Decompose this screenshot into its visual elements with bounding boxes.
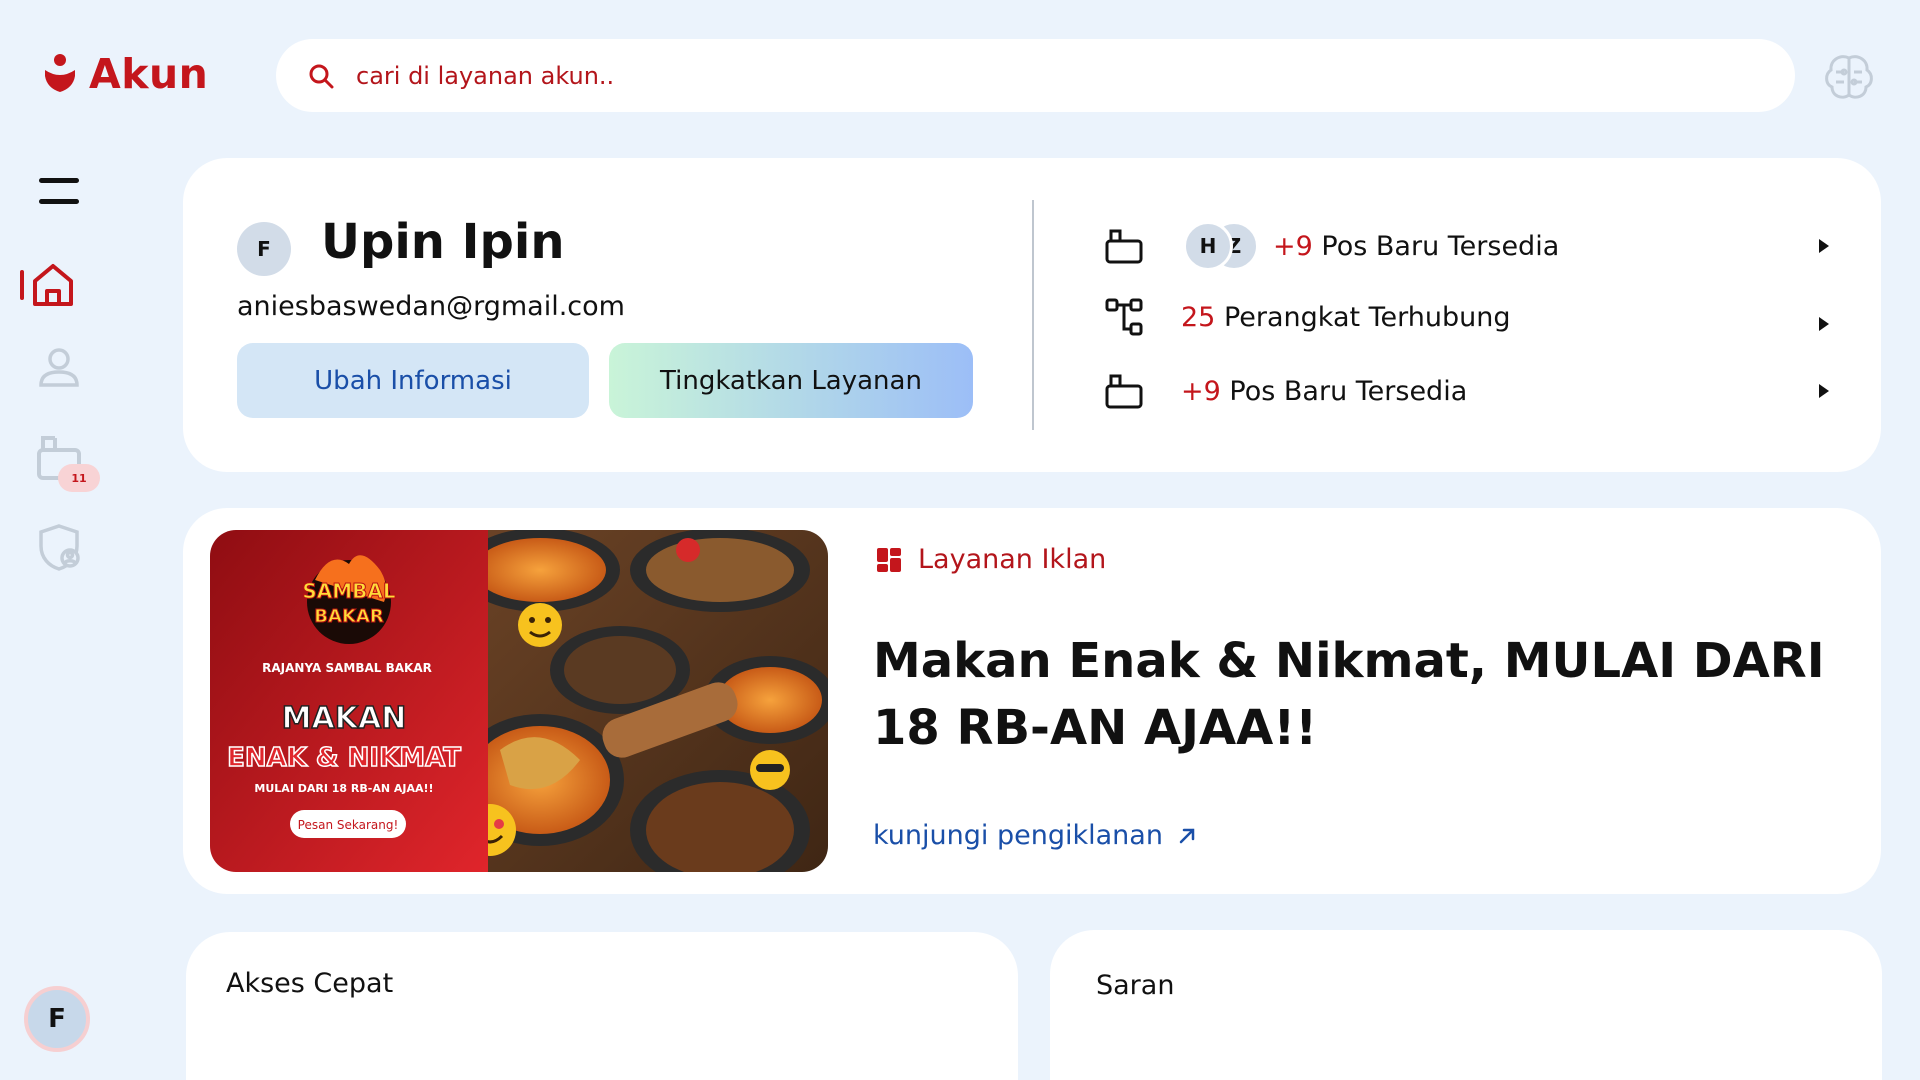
home-icon (33, 264, 73, 306)
posts-badge: 11 (58, 464, 100, 492)
app-name: Akun (89, 50, 209, 98)
profile-email: aniesbaswedan@rgmail.com (237, 291, 625, 322)
mini-avatar: H (1183, 221, 1233, 271)
stat-number: 25 (1181, 301, 1216, 333)
stat-number: +9 (1273, 230, 1313, 262)
ad-label-text: Layanan Iklan (918, 544, 1107, 575)
posts-icon (1101, 368, 1147, 414)
sidebar-item-home[interactable] (18, 252, 88, 318)
edit-info-button[interactable]: Ubah Informasi (237, 343, 589, 418)
active-indicator (20, 270, 24, 300)
stat-label: Pos Baru Tersedia (1229, 375, 1468, 407)
ad-tagline: RAJANYA SAMBAL BAKAR (262, 661, 432, 675)
app-logo[interactable]: Akun (43, 50, 208, 98)
search-input[interactable] (356, 61, 1656, 90)
stat-text: +9 Pos Baru Tersedia (1181, 376, 1467, 407)
shield-icon (39, 524, 80, 571)
sidebar-item-security[interactable] (34, 520, 88, 574)
ad-image-cta: Pesan Sekarang! (298, 818, 399, 832)
suggestions-card: Saran (1050, 930, 1882, 1080)
caret-right-icon[interactable] (1817, 238, 1831, 254)
user-avatar[interactable]: F (24, 986, 90, 1052)
stat-text: 25 Perangkat Terhubung (1181, 302, 1511, 333)
brain-icon[interactable] (1822, 50, 1876, 104)
visit-advertiser-link[interactable]: kunjungi pengiklanan (873, 820, 1197, 851)
stat-text: +9 Pos Baru Tersedia (1273, 231, 1559, 262)
profile-name: Upin Ipin (321, 214, 565, 270)
ad-image-title1: MAKAN (282, 701, 407, 736)
network-icon (1101, 294, 1147, 340)
dashboard-icon (877, 547, 901, 572)
caret-right-icon[interactable] (1817, 316, 1831, 332)
contributor-avatars: Z H (1183, 221, 1265, 271)
ad-service-label: Layanan Iklan (876, 544, 1106, 575)
quick-access-card: Akses Cepat (186, 932, 1018, 1080)
profile-card: F Upin Ipin aniesbaswedan@rgmail.com Uba… (183, 158, 1881, 472)
ad-brand-line1: SAMBAL (302, 579, 396, 603)
stat-number: +9 (1181, 375, 1221, 407)
quick-access-title: Akses Cepat (226, 968, 394, 999)
stat-row-new-posts-2[interactable]: +9 Pos Baru Tersedia (1101, 367, 1831, 415)
search-icon[interactable] (294, 49, 348, 103)
ad-card: SAMBAL BAKAR RAJANYA SAMBAL BAKAR MAKAN … (183, 508, 1881, 894)
stat-row-new-posts[interactable]: Z H +9 Pos Baru Tersedia (1101, 221, 1831, 271)
ad-image-subtitle: MULAI DARI 18 RB-AN AJAA!! (254, 782, 433, 795)
stat-label: Pos Baru Tersedia (1321, 230, 1560, 262)
menu-icon[interactable] (34, 172, 84, 212)
external-link-icon (1179, 828, 1195, 843)
ad-headline: Makan Enak & Nikmat, MULAI DARI 18 RB-AN… (873, 633, 1825, 756)
divider (1032, 200, 1034, 430)
sidebar-item-profile[interactable] (34, 342, 84, 392)
search-bar[interactable] (276, 39, 1795, 112)
ad-image[interactable]: SAMBAL BAKAR RAJANYA SAMBAL BAKAR MAKAN … (210, 530, 828, 872)
caret-right-icon[interactable] (1817, 383, 1831, 399)
suggestions-title: Saran (1096, 970, 1175, 1001)
user-icon (39, 348, 79, 387)
profile-avatar: F (237, 222, 291, 276)
visit-advertiser-label: kunjungi pengiklanan (873, 820, 1163, 851)
ad-image-title2: ENAK & NIKMAT (227, 743, 461, 773)
ad-brand-line2: BAKAR (314, 606, 384, 627)
logo-icon (45, 54, 75, 92)
stat-row-devices[interactable]: 25 Perangkat Terhubung (1101, 293, 1831, 341)
stat-label: Perangkat Terhubung (1223, 301, 1511, 333)
upgrade-service-button[interactable]: Tingkatkan Layanan (609, 343, 973, 418)
posts-icon (1101, 223, 1147, 269)
